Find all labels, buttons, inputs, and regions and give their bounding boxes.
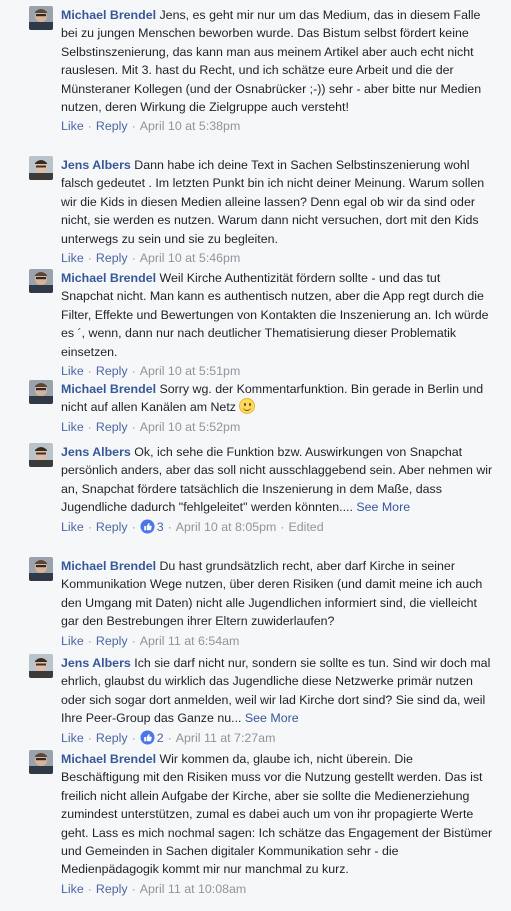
comment-body: Michael Brendel Jens, es geht mir nur um… [61, 6, 493, 135]
avatar-jens-icon[interactable] [29, 156, 53, 180]
comment-actions: Like · Reply · April 10 at 5:52pm [61, 419, 241, 434]
like-reaction-icon[interactable] [140, 730, 155, 750]
comment-body: Michael Brendel Weil Kirche Authentizitä… [61, 269, 493, 380]
reply-button[interactable]: Reply [96, 420, 128, 434]
comment-author[interactable]: Jens Albers [61, 445, 131, 459]
see-more-link[interactable]: See More [356, 500, 410, 514]
comment-actions: Like · Reply · 3 · April 10 at 8:05pm · Edited [61, 518, 493, 539]
comment-actions: Like · Reply · April 11 at 10:08am [61, 881, 247, 896]
comment-timestamp[interactable]: April 11 at 7:27am [176, 731, 276, 745]
reply-button[interactable]: Reply [96, 119, 128, 133]
comment-timestamp[interactable]: April 11 at 10:08am [140, 882, 247, 896]
avatar-michael-icon[interactable] [29, 380, 53, 404]
avatar-jens-icon[interactable] [29, 654, 53, 678]
reaction-count[interactable]: 3 [157, 520, 164, 534]
comment-author[interactable]: Michael Brendel [61, 752, 156, 766]
comment-author[interactable]: Michael Brendel [61, 8, 156, 22]
avatar-michael-icon[interactable] [29, 750, 53, 774]
edited-label[interactable]: Edited [288, 520, 323, 534]
comment-timestamp[interactable]: April 10 at 5:51pm [140, 364, 241, 378]
comment-actions: Like · Reply · April 10 at 5:46pm [61, 251, 241, 266]
like-button[interactable]: Like [61, 882, 84, 896]
like-button[interactable]: Like [61, 364, 84, 378]
comment-timestamp[interactable]: April 10 at 5:38pm [140, 119, 241, 133]
reply-button[interactable]: Reply [96, 251, 128, 265]
comment-author[interactable]: Jens Albers [61, 158, 131, 172]
reaction-count[interactable]: 2 [157, 731, 164, 745]
comment-timestamp[interactable]: April 10 at 8:05pm [176, 520, 277, 534]
comment-body: Michael Brendel Du hast grundsätzlich re… [61, 557, 493, 650]
reply-button[interactable]: Reply [96, 731, 128, 745]
comment-body: Michael Brendel Wir kommen da, glaube ic… [61, 750, 493, 898]
like-button[interactable]: Like [61, 634, 84, 648]
avatar-michael-icon[interactable] [29, 6, 53, 30]
like-button[interactable]: Like [61, 520, 84, 534]
like-button[interactable]: Like [61, 731, 84, 745]
comment-text: Wir kommen da, glaube ich, nicht überein… [61, 752, 493, 877]
avatar-jens-icon[interactable] [29, 443, 53, 467]
comment-actions: Like · Reply · April 10 at 5:38pm [61, 119, 241, 134]
reply-button[interactable]: Reply [96, 520, 128, 534]
comment-body: Jens Albers Ich sie darf nicht nur, sond… [61, 654, 493, 750]
reply-button[interactable]: Reply [96, 882, 128, 896]
comment-author[interactable]: Jens Albers [61, 656, 131, 670]
comment-actions: Like · Reply · 2 · April 11 at 7:27am [61, 729, 493, 750]
comment-actions: Like · Reply · April 10 at 5:51pm [61, 364, 241, 379]
comment-thread: Michael Brendel Jens, es geht mir nur um… [0, 0, 511, 911]
comment-timestamp[interactable]: April 10 at 5:46pm [140, 251, 241, 265]
comment-timestamp[interactable]: April 10 at 5:52pm [140, 420, 241, 434]
comment-author[interactable]: Michael Brendel [61, 271, 156, 285]
reply-button[interactable]: Reply [96, 364, 128, 378]
comment-timestamp[interactable]: April 11 at 6:54am [140, 634, 240, 648]
reply-button[interactable]: Reply [96, 634, 128, 648]
like-button[interactable]: Like [61, 251, 84, 265]
comment-author[interactable]: Michael Brendel [61, 382, 156, 396]
comment-body: Michael Brendel Sorry wg. der Kommentarf… [61, 380, 493, 436]
avatar-michael-icon[interactable] [29, 557, 53, 581]
like-button[interactable]: Like [61, 420, 84, 434]
comment-actions: Like · Reply · April 11 at 6:54am [61, 633, 240, 648]
see-more-link[interactable]: See More [245, 711, 299, 725]
like-button[interactable]: Like [61, 119, 84, 133]
comment-body: Jens Albers Ok, ich sehe die Funktion bz… [61, 443, 493, 539]
like-reaction-icon[interactable] [140, 519, 155, 539]
comment-body: Jens Albers Dann habe ich deine Text in … [61, 156, 493, 267]
avatar-michael-icon[interactable] [29, 269, 53, 293]
smiley-emoji-icon [239, 398, 256, 415]
comment-author[interactable]: Michael Brendel [61, 559, 156, 573]
comment-text: Jens, es geht mir nur um das Medium, das… [61, 8, 482, 115]
